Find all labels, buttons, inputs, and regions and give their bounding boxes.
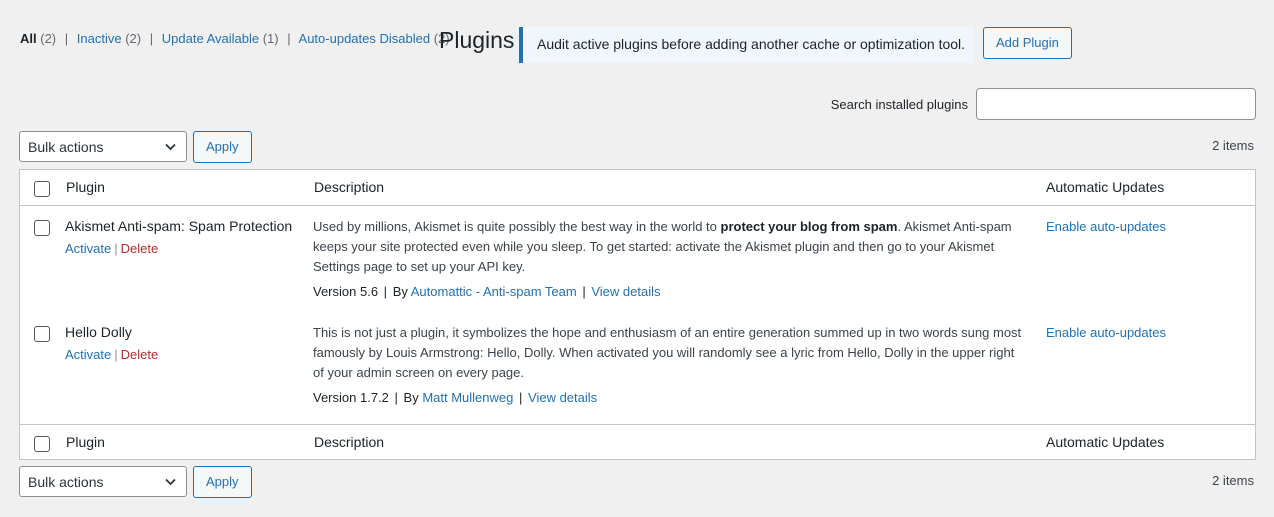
filter-all-count: (2) [40, 31, 57, 46]
plugins-table: Plugin Description Automatic Updates Aki… [19, 169, 1256, 460]
search-input[interactable] [976, 88, 1256, 120]
filter-update-available[interactable]: Update Available [162, 31, 259, 46]
enable-auto-updates-link[interactable]: Enable auto-updates [1046, 219, 1166, 234]
select-all-checkbox[interactable] [34, 181, 50, 197]
row-checkbox[interactable] [34, 220, 50, 236]
column-description: Description [314, 179, 385, 195]
filter-inactive[interactable]: Inactive [77, 31, 122, 46]
notice-banner: Audit active plugins before adding anoth… [519, 27, 974, 63]
plugin-description: Used by millions, Akismet is quite possi… [313, 217, 1028, 277]
tablenav-bottom: Bulk actions Apply 2 items [19, 466, 1256, 498]
description-emphasis: protect your blog from spam [720, 219, 898, 234]
row-actions: Activate | Delete [65, 347, 158, 362]
author-link[interactable]: Matt Mullenweg [422, 390, 513, 405]
view-details-link[interactable]: View details [528, 390, 597, 405]
plugin-meta: Version 5.6 | By Automattic - Anti-spam … [313, 284, 660, 299]
meta-separator: | [519, 390, 523, 405]
plugin-meta: Version 1.7.2 | By Matt Mullenweg | View… [313, 390, 597, 405]
delete-link[interactable]: Delete [121, 347, 159, 362]
by-label: By [403, 390, 419, 405]
notice-text: Audit active plugins before adding anoth… [537, 36, 966, 52]
author-link[interactable]: Automattic - Anti-spam Team [411, 284, 577, 299]
bulk-actions-selected: Bulk actions [28, 474, 104, 490]
filter-auto-updates-disabled[interactable]: Auto-updates Disabled [299, 31, 431, 46]
meta-separator: | [394, 390, 398, 405]
bulk-actions-select[interactable]: Bulk actions [19, 466, 187, 497]
plugin-name: Hello Dolly [65, 324, 132, 340]
filter-update-count: (1) [262, 31, 279, 46]
table-footer: Plugin Description Automatic Updates [20, 424, 1255, 460]
column-automatic-updates: Automatic Updates [1046, 434, 1165, 450]
status-filter-links: All (2) | Inactive (2) | Update Availabl… [20, 31, 450, 46]
page-title: Plugins [439, 27, 515, 53]
description-text: This is not just a plugin, it symbolizes… [313, 325, 1022, 380]
column-plugin[interactable]: Plugin [66, 179, 105, 195]
action-separator: | [114, 241, 118, 256]
delete-link[interactable]: Delete [121, 241, 159, 256]
add-plugin-button[interactable]: Add Plugin [983, 27, 1072, 59]
filter-all[interactable]: All [20, 31, 37, 46]
filter-separator: | [287, 31, 291, 46]
table-header: Plugin Description Automatic Updates [20, 170, 1255, 206]
items-count: 2 items [1212, 138, 1254, 153]
table-row: Hello Dolly Activate | Delete This is not … [20, 313, 1255, 419]
filter-separator: | [64, 31, 69, 46]
column-automatic-updates: Automatic Updates [1046, 179, 1165, 195]
filter-inactive-count: (2) [125, 31, 142, 46]
search-label: Search installed plugins [830, 96, 968, 112]
table-row: Akismet Anti-spam: Spam Protection Activ… [20, 207, 1255, 313]
apply-button[interactable]: Apply [193, 131, 252, 163]
items-count: 2 items [1212, 473, 1254, 488]
chevron-down-icon [165, 478, 176, 486]
plugin-version: Version 5.6 [313, 284, 379, 299]
description-text: Used by millions, Akismet is quite possi… [313, 219, 721, 234]
chevron-down-icon [165, 143, 176, 151]
apply-button[interactable]: Apply [193, 466, 252, 498]
plugin-description: This is not just a plugin, it symbolizes… [313, 323, 1028, 383]
tablenav-top: Bulk actions Apply 2 items [19, 131, 1256, 163]
action-separator: | [114, 347, 118, 362]
select-all-checkbox[interactable] [34, 436, 50, 452]
search-box: Search installed plugins [831, 88, 1256, 120]
activate-link[interactable]: Activate [65, 347, 111, 362]
meta-separator: | [383, 284, 388, 299]
column-plugin[interactable]: Plugin [66, 434, 105, 450]
enable-auto-updates-link[interactable]: Enable auto-updates [1046, 325, 1166, 340]
view-details-link[interactable]: View details [591, 284, 660, 299]
by-label: By [392, 284, 408, 299]
bulk-actions-select[interactable]: Bulk actions [19, 131, 187, 162]
activate-link[interactable]: Activate [65, 241, 111, 256]
row-checkbox[interactable] [34, 326, 50, 342]
plugin-version: Version 1.7.2 [313, 390, 389, 405]
row-actions: Activate | Delete [65, 241, 158, 256]
meta-separator: | [582, 284, 586, 299]
bulk-actions-selected: Bulk actions [28, 139, 104, 155]
plugin-name: Akismet Anti-spam: Spam Protection [65, 218, 293, 234]
filter-separator: | [149, 31, 154, 46]
column-description: Description [314, 434, 385, 450]
